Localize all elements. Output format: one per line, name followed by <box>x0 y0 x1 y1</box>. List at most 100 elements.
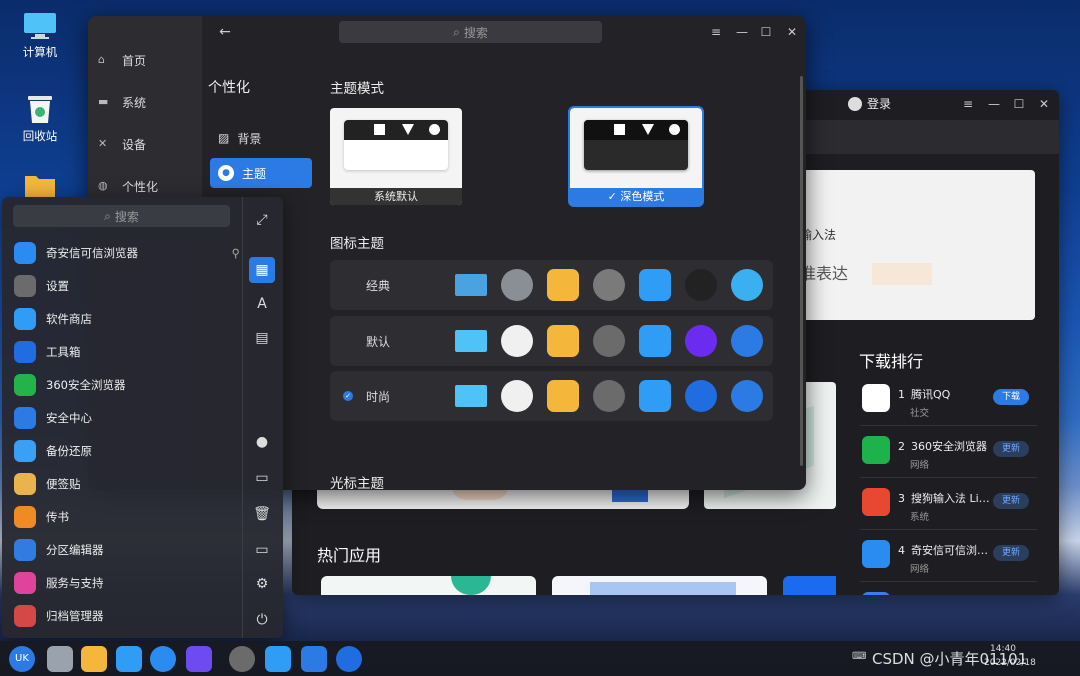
app-label: 传书 <box>46 510 69 524</box>
hot-app-card[interactable] <box>321 576 536 595</box>
nav-item-devices[interactable]: ✕ 设备 <box>88 126 202 162</box>
file-manager-icon[interactable] <box>81 646 107 672</box>
theme-mode-heading: 主题模式 <box>330 81 384 97</box>
start-search-input[interactable]: ⌕ 搜索 <box>13 205 230 227</box>
theme-option-default[interactable]: 系统默认 <box>330 108 462 205</box>
ranking-item[interactable]: 2 360安全浏览器 网络 更新 <box>860 430 1037 478</box>
close-icon[interactable]: ✕ <box>1036 96 1052 112</box>
hot-app-card[interactable] <box>783 576 836 595</box>
security-center-icon[interactable] <box>301 646 327 672</box>
rank-number: 2 <box>898 440 905 453</box>
trash-icon <box>501 380 533 412</box>
pin-icon[interactable]: ⚲ <box>232 246 240 260</box>
app-category: 系统 <box>910 512 930 523</box>
ranking-item[interactable]: 5WPS 办公软件打开 <box>860 586 1037 595</box>
app-list-item[interactable]: 安全中心 <box>14 404 240 432</box>
app-list-item[interactable]: 分区编辑器 <box>14 536 240 564</box>
watermark: CSDN @小青年01101 <box>872 650 1028 668</box>
maximize-icon[interactable]: ☐ <box>1011 96 1027 112</box>
ranking-item[interactable]: 3 搜狗输入法 Li… 系统 更新 <box>860 482 1037 530</box>
app-list-item[interactable]: 软件商店 <box>14 305 240 333</box>
app-list-item[interactable]: 归档管理器 <box>14 602 240 630</box>
computer-icon[interactable]: ▭ <box>249 537 275 563</box>
software-store-running-icon[interactable] <box>265 646 291 672</box>
ranking-action-button[interactable]: 更新 <box>993 493 1029 509</box>
nav-item-home[interactable]: ⌂ 首页 <box>88 42 202 78</box>
start-menu-button[interactable]: UK <box>9 646 35 672</box>
menu-icon[interactable]: ≡ <box>960 96 976 112</box>
app-list-item[interactable]: 设置 <box>14 272 240 300</box>
icon-theme-heading: 图标主题 <box>330 236 384 252</box>
settings-icon <box>593 269 625 301</box>
app-label: 服务与支持 <box>46 576 104 590</box>
back-icon[interactable]: ← <box>217 24 233 40</box>
app-icon <box>14 473 36 495</box>
folder-icon[interactable]: ▭ <box>249 465 275 491</box>
ranking-item[interactable]: 1 腾讯QQ 社交 下载 <box>860 378 1037 426</box>
banner-decor <box>872 263 932 285</box>
toolbox-icon[interactable] <box>336 646 362 672</box>
multitask-view-icon[interactable] <box>47 646 73 672</box>
app-list-item[interactable]: 备份还原 <box>14 437 240 465</box>
grid-view-icon[interactable]: ▦ <box>249 257 275 283</box>
category-icon[interactable]: ▤ <box>249 325 275 351</box>
hot-app-card[interactable] <box>552 576 767 595</box>
theme-option-dark[interactable]: ✓ 深色模式 <box>568 106 704 207</box>
power-icon[interactable]: ⏻ <box>249 607 275 633</box>
app-label: 便签贴 <box>46 477 81 491</box>
ranking-action-button[interactable]: 更新 <box>993 545 1029 561</box>
software-store-icon[interactable] <box>116 646 142 672</box>
login-button[interactable]: 登录 <box>848 95 891 112</box>
app-label: 设置 <box>46 279 69 293</box>
settings-app-icon[interactable] <box>229 646 255 672</box>
taskbar: UK ⌨ 14:40 2022/02/18 CSDN @小青年01101 <box>0 641 1080 676</box>
computer-icon <box>455 330 487 352</box>
icon-theme-row[interactable]: 经典 <box>330 260 773 310</box>
search-input[interactable]: ⌕ 搜索 <box>339 21 602 43</box>
app-name: 360安全浏览器 <box>911 440 987 453</box>
desktop-icon-label: 回收站 <box>22 129 58 143</box>
subnav-item-background[interactable]: ▨ 背景 <box>210 123 312 153</box>
app-list-item[interactable]: 360安全浏览器 <box>14 371 240 399</box>
close-icon[interactable]: ✕ <box>784 24 800 40</box>
scrollbar[interactable] <box>800 76 803 466</box>
app-icon <box>14 407 36 429</box>
nav-item-system[interactable]: ▬ 系统 <box>88 84 202 120</box>
cursor-theme-heading: 光标主题 <box>330 476 384 490</box>
app-icon <box>14 374 36 396</box>
toolbox-icon <box>731 269 763 301</box>
app-name: 奇安信可信浏… <box>911 544 988 557</box>
minimize-icon[interactable]: — <box>734 24 750 40</box>
menu-icon[interactable]: ≡ <box>708 24 724 40</box>
app-list-item[interactable]: 传书 <box>14 503 240 531</box>
theme-option-label: 系统默认 <box>330 188 462 205</box>
ranking-item[interactable]: 4 奇安信可信浏… 网络 更新 <box>860 534 1037 582</box>
icon-theme-row[interactable]: ✓ 时尚 <box>330 371 773 421</box>
minimize-icon[interactable]: — <box>986 96 1002 112</box>
app-list-item[interactable]: 奇安信可信浏览器 ⚲ <box>14 239 240 267</box>
user-icon[interactable]: ● <box>249 429 275 455</box>
trash-icon[interactable]: 🗑 <box>249 501 275 527</box>
app-name: 腾讯QQ <box>911 388 951 401</box>
trash-icon <box>501 325 533 357</box>
qianxin-browser-icon[interactable] <box>150 646 176 672</box>
banner-card[interactable]: 输入法 准表达 <box>792 170 1035 320</box>
desktop-icon-computer[interactable]: 计算机 <box>8 12 72 60</box>
subnav-item-theme[interactable]: ● 主题 <box>210 158 312 188</box>
settings-icon[interactable]: ⚙ <box>249 571 275 597</box>
app-list-item[interactable]: 服务与支持 <box>14 569 240 597</box>
letter-sort-icon[interactable]: A <box>249 291 275 317</box>
desktop-icon-trash[interactable]: 回收站 <box>8 92 72 144</box>
wps-icon[interactable] <box>186 646 212 672</box>
ranking-action-button[interactable]: 下载 <box>993 389 1029 405</box>
icon-theme-row[interactable]: 默认 <box>330 316 773 366</box>
maximize-icon[interactable]: ☐ <box>758 24 774 40</box>
settings-icon <box>593 380 625 412</box>
keyboard-icon[interactable]: ⌨ <box>852 651 866 662</box>
settings-icon <box>593 325 625 357</box>
app-list-item[interactable]: 便签贴 <box>14 470 240 498</box>
expand-icon[interactable]: ⤢ <box>249 207 275 233</box>
ranking-heading: 下载排行 <box>859 352 924 371</box>
app-list-item[interactable]: 工具箱 <box>14 338 240 366</box>
ranking-action-button[interactable]: 更新 <box>993 441 1029 457</box>
